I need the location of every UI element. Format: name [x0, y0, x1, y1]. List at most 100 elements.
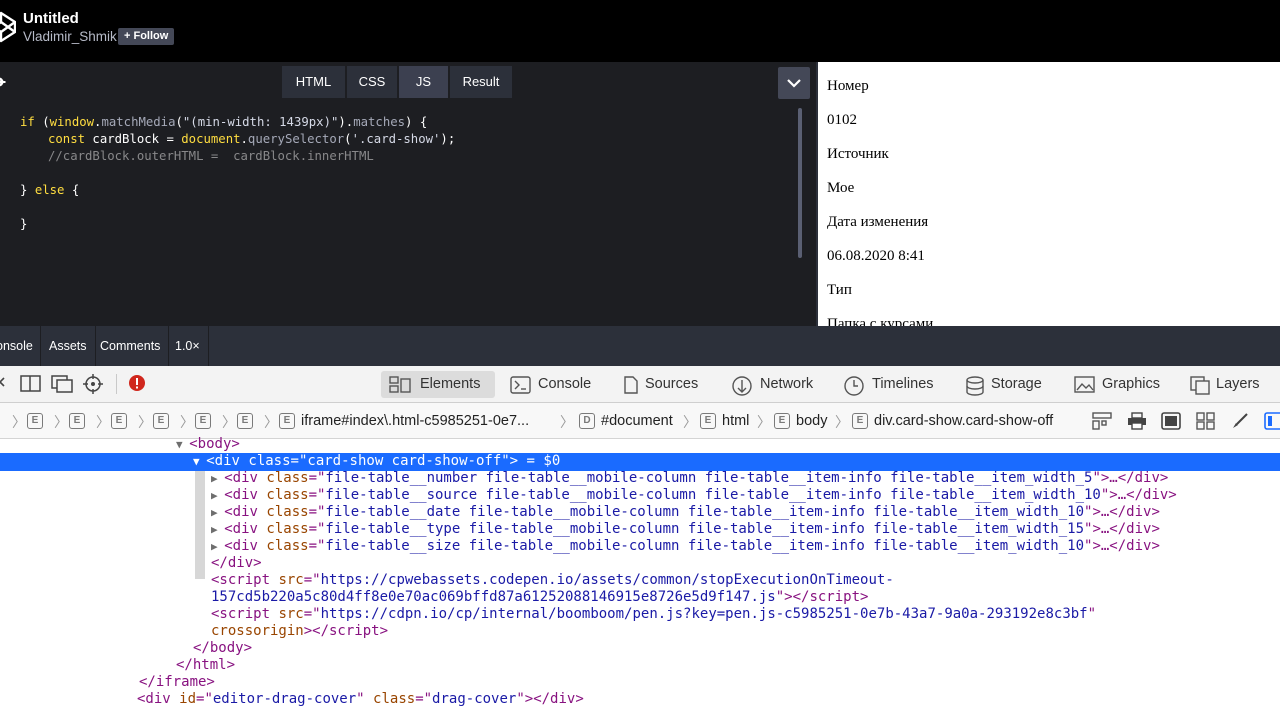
- dom-tree: ▼ <body> ▼ <div class="card-show card-sh…: [0, 436, 1280, 711]
- collapse-editor-button[interactable]: [778, 67, 810, 99]
- tab-graphics[interactable]: Graphics: [1066, 371, 1174, 398]
- tab-css[interactable]: CSS: [347, 66, 398, 98]
- code-line-7: }: [20, 217, 28, 231]
- breadcrumb-separator: 〉: [560, 414, 574, 430]
- dom-node-body-close[interactable]: </body>: [193, 640, 252, 657]
- collapsed-triangle-icon[interactable]: ▶: [211, 472, 224, 485]
- tab-sources[interactable]: Sources: [614, 371, 714, 398]
- dom-node-script-2-cont[interactable]: crossorigin></script>: [211, 623, 388, 640]
- close-icon[interactable]: [0, 374, 8, 394]
- devtools-toolbar: Elements Console Sources Network Timelin…: [0, 366, 1280, 403]
- assets-tab[interactable]: Assets: [41, 326, 96, 366]
- breadcrumb-html[interactable]: html: [722, 413, 749, 430]
- tab-elements[interactable]: Elements: [381, 371, 495, 398]
- elements-icon: [389, 376, 411, 393]
- element-badge-icon[interactable]: E: [195, 413, 211, 429]
- dock-side-icon[interactable]: [20, 374, 42, 394]
- dom-node-script-1-cont[interactable]: 157cd5b220a5c80d4ff8e0e70ac069bffd87a612…: [211, 589, 868, 606]
- element-badge-icon[interactable]: E: [774, 413, 790, 429]
- result-line: Тип: [827, 282, 852, 298]
- dom-node-div-close[interactable]: </div>: [211, 555, 262, 572]
- layout-grid-icon[interactable]: [1092, 412, 1112, 430]
- element-badge-icon[interactable]: E: [153, 413, 169, 429]
- gear-icon[interactable]: [0, 75, 6, 89]
- expanded-triangle-icon[interactable]: ▼: [176, 438, 189, 451]
- tab-elements-label: Elements: [420, 376, 481, 392]
- tab-network-label: Network: [760, 376, 814, 392]
- paintbrush-icon[interactable]: [1230, 412, 1250, 430]
- breadcrumb-iframe[interactable]: iframe#index\.html-c5985251-0e7...: [301, 413, 529, 430]
- breadcrumb-body[interactable]: body: [796, 413, 827, 430]
- author-name[interactable]: Vladimir_Shmik: [23, 29, 117, 44]
- element-badge-icon[interactable]: E: [852, 413, 868, 429]
- breadcrumb-current-div[interactable]: div.card-show.card-show-off: [874, 413, 1053, 430]
- tab-layers[interactable]: Layers: [1182, 371, 1280, 398]
- dom-node-child[interactable]: ▶ <div class="file-table__size file-tabl…: [211, 538, 1160, 555]
- tab-js[interactable]: JS: [399, 66, 449, 98]
- breadcrumb-separator: 〉: [835, 414, 849, 430]
- tab-storage[interactable]: Storage: [957, 371, 1057, 398]
- clock-icon: [844, 376, 864, 396]
- pen-title[interactable]: Untitled: [23, 10, 79, 27]
- document-badge-icon[interactable]: D: [579, 413, 595, 429]
- tab-network[interactable]: Network: [723, 371, 827, 398]
- breadcrumb-separator: 〉: [264, 414, 278, 430]
- breadcrumb-document[interactable]: #document: [601, 413, 673, 430]
- editor-scrollbar[interactable]: [798, 108, 802, 258]
- dom-node-selected[interactable]: ▼ <div class="card-show card-show-off"> …: [193, 453, 560, 470]
- tab-graphics-label: Graphics: [1102, 376, 1161, 392]
- crosshair-icon[interactable]: [82, 374, 104, 396]
- print-icon[interactable]: [1127, 412, 1147, 430]
- comments-tab[interactable]: Comments: [92, 326, 170, 366]
- tab-layers-label: Layers: [1216, 376, 1260, 392]
- dom-node-script-2[interactable]: <script src="https://cdpn.io/cp/internal…: [211, 606, 1096, 623]
- breadcrumb-separator: 〉: [180, 414, 194, 430]
- dom-node-child[interactable]: ▶ <div class="file-table__number file-ta…: [211, 470, 1168, 487]
- tab-timelines[interactable]: Timelines: [835, 371, 947, 398]
- toolbar-divider: [116, 374, 117, 394]
- collapsed-triangle-icon[interactable]: ▶: [211, 489, 224, 502]
- element-badge-icon[interactable]: E: [700, 413, 716, 429]
- collapsed-triangle-icon[interactable]: ▶: [211, 523, 224, 536]
- compositing-icon[interactable]: [1161, 412, 1181, 430]
- element-badge-icon[interactable]: E: [279, 413, 295, 429]
- dom-node-body[interactable]: ▼ <body>: [176, 436, 240, 453]
- dom-breadcrumb: 〉 E 〉 E 〉 E 〉 E 〉 E 〉 E 〉 E iframe#index…: [0, 403, 1280, 439]
- element-badge-icon[interactable]: E: [237, 413, 253, 429]
- tab-console[interactable]: Console: [502, 371, 602, 398]
- dom-node-script-1[interactable]: <script src="https://cpwebassets.codepen…: [211, 572, 894, 589]
- result-line: Источник: [827, 146, 889, 162]
- dom-node-html-close[interactable]: </html>: [176, 657, 235, 674]
- error-icon[interactable]: [128, 374, 146, 394]
- editor-tab-bar: HTML CSS JS Result: [0, 62, 816, 104]
- console-tab[interactable]: Console: [0, 326, 41, 366]
- breadcrumb-separator: 〉: [757, 414, 771, 430]
- expanded-triangle-icon[interactable]: ▼: [193, 455, 206, 468]
- breadcrumb-separator: 〉: [96, 414, 110, 430]
- element-badge-icon[interactable]: E: [69, 413, 85, 429]
- tab-console-label: Console: [538, 376, 592, 392]
- dom-node-drag-cover[interactable]: <div id="editor-drag-cover" class="drag-…: [137, 691, 584, 708]
- dom-node-child[interactable]: ▶ <div class="file-table__date file-tabl…: [211, 504, 1160, 521]
- dom-node-child[interactable]: ▶ <div class="file-table__type file-tabl…: [211, 521, 1160, 538]
- element-badge-icon[interactable]: E: [111, 413, 127, 429]
- selected-node-highlight: [0, 453, 1280, 471]
- element-badge-icon[interactable]: E: [27, 413, 43, 429]
- undock-icon[interactable]: [51, 374, 75, 394]
- tab-html[interactable]: HTML: [282, 66, 346, 98]
- zoom-level[interactable]: 1.0×: [167, 326, 209, 366]
- chevron-down-icon: [787, 79, 801, 88]
- collapsed-triangle-icon[interactable]: ▶: [211, 506, 224, 519]
- tab-result[interactable]: Result: [450, 66, 513, 98]
- result-line: Номер: [827, 78, 869, 94]
- code-line-1: if (window.matchMedia("(min-width: 1439p…: [20, 115, 428, 129]
- dom-node-iframe-close[interactable]: </iframe>: [139, 674, 215, 691]
- collapsed-triangle-icon[interactable]: ▶: [211, 540, 224, 553]
- breadcrumb-separator: 〉: [222, 414, 236, 430]
- grid-icon[interactable]: [1196, 412, 1216, 430]
- sidebar-toggle-icon[interactable]: [1264, 412, 1280, 430]
- code-area[interactable]: if (window.matchMedia("(min-width: 1439p…: [0, 104, 800, 326]
- dom-node-child[interactable]: ▶ <div class="file-table__source file-ta…: [211, 487, 1177, 504]
- codepen-logo-icon[interactable]: [0, 11, 16, 43]
- follow-button[interactable]: + Follow: [118, 28, 175, 45]
